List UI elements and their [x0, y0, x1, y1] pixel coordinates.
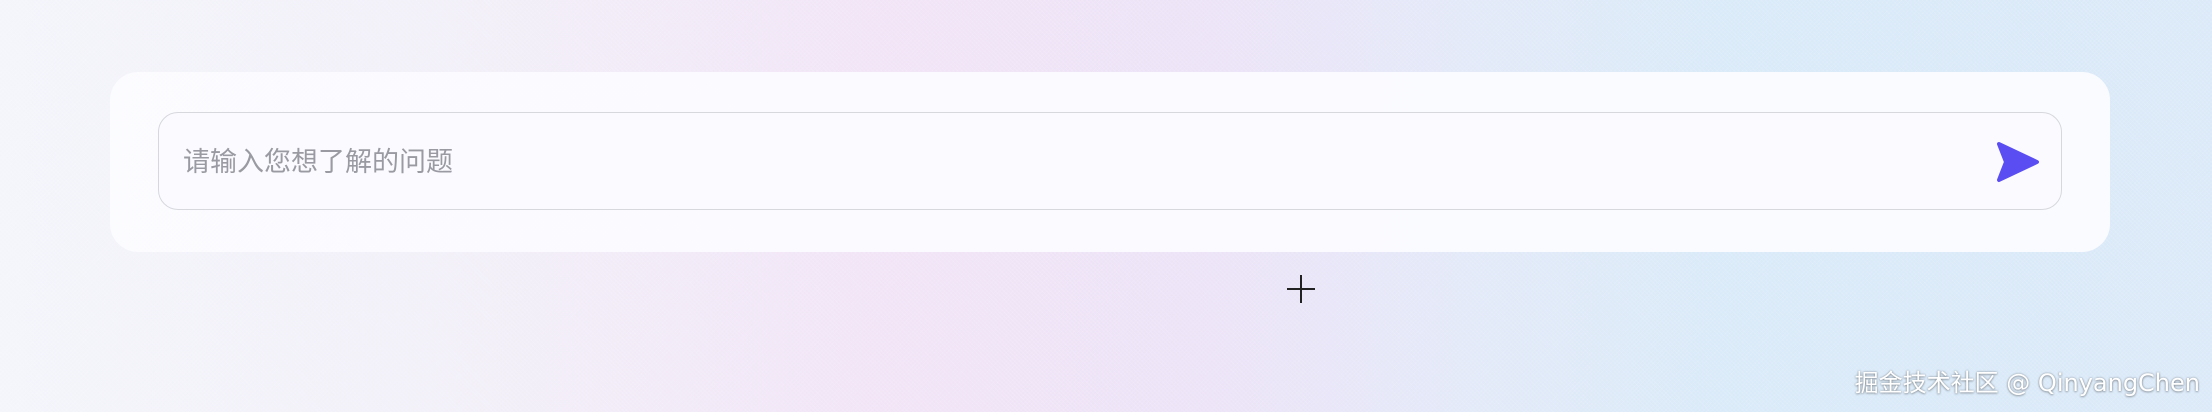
chat-input-panel: [110, 72, 2110, 252]
send-icon: [1997, 142, 2039, 182]
chat-input-container[interactable]: [158, 112, 2062, 211]
watermark-text: 掘金技术社区 @ QinyangChen: [1854, 369, 2200, 397]
send-button[interactable]: [1995, 139, 2041, 185]
crosshair-cursor-icon: [1287, 275, 1315, 303]
chat-input-field[interactable]: [181, 113, 1985, 211]
